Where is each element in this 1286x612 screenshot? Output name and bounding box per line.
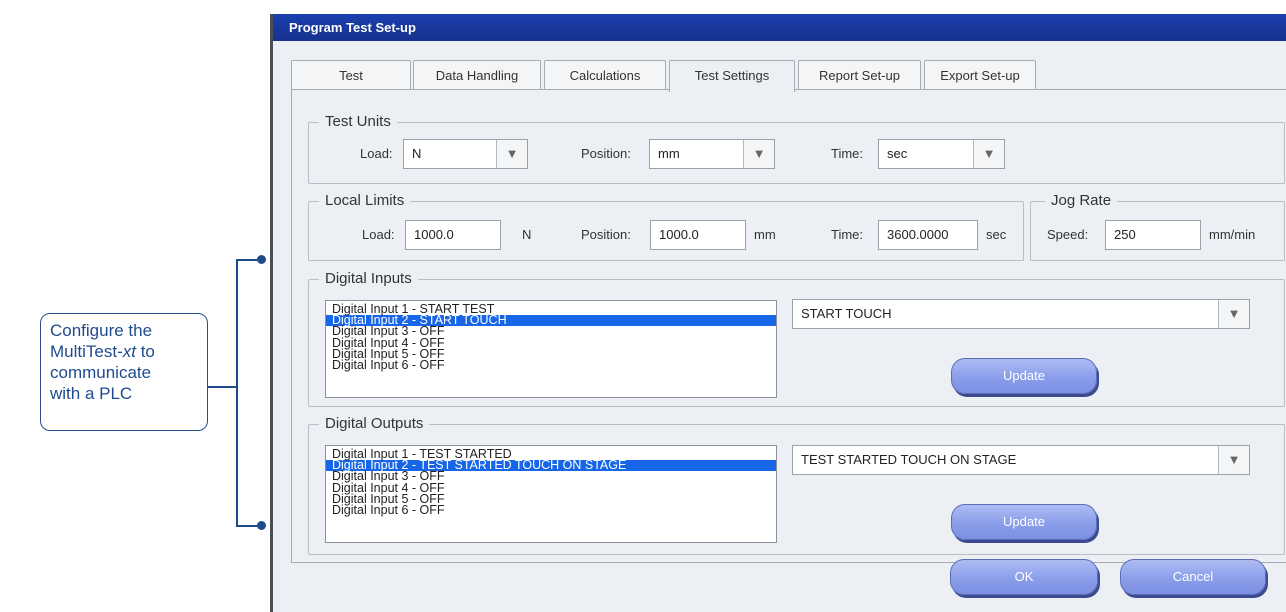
test-settings-panel: Test Units Load: N ▼ Position: mm ▼ Time… xyxy=(291,89,1286,563)
jog-speed-input[interactable]: 250 xyxy=(1105,220,1201,250)
chevron-down-icon: ▼ xyxy=(973,140,1004,168)
digital-inputs-group: Digital Inputs Digital Input 1 - START T… xyxy=(308,270,1285,407)
digital-input-function-dropdown[interactable]: START TOUCH ▼ xyxy=(792,299,1250,329)
annotation-line-4: with a PLC xyxy=(50,384,133,403)
chevron-down-icon: ▼ xyxy=(1218,446,1249,474)
annotation-line-2: MultiTest-xt to xyxy=(50,342,155,361)
digital-inputs-title: Digital Inputs xyxy=(319,270,418,288)
test-units-title: Test Units xyxy=(319,113,397,131)
bracket-top-dot xyxy=(257,255,266,264)
tab-calculations[interactable]: Calculations xyxy=(544,60,666,90)
tab-data-handling[interactable]: Data Handling xyxy=(413,60,541,90)
jog-rate-title: Jog Rate xyxy=(1045,192,1118,210)
tab-report-setup[interactable]: Report Set-up xyxy=(798,60,921,90)
digital-outputs-list[interactable]: Digital Input 1 - TEST STARTED Digital I… xyxy=(325,445,777,543)
tab-export-setup[interactable]: Export Set-up xyxy=(924,60,1036,90)
program-test-setup-window: Program Test Set-up Test Data Handling C… xyxy=(270,14,1286,612)
position-limit-input[interactable]: 1000.0 xyxy=(650,220,746,250)
bracket-vertical xyxy=(236,259,238,527)
digital-outputs-title: Digital Outputs xyxy=(319,415,430,433)
digital-inputs-update-button[interactable]: Update xyxy=(951,358,1097,394)
annotation-callout: Configure the MultiTest-xt to communicat… xyxy=(40,313,208,431)
list-item[interactable]: Digital Input 6 - OFF xyxy=(326,504,776,517)
jog-rate-group: Jog Rate Speed: 250 mm/min xyxy=(1030,192,1285,261)
digital-output-function-dropdown[interactable]: TEST STARTED TOUCH ON STAGE ▼ xyxy=(792,445,1250,475)
annotation-line-1: Configure the xyxy=(50,321,153,340)
cancel-button[interactable]: Cancel xyxy=(1120,559,1266,595)
digital-outputs-update-button[interactable]: Update xyxy=(951,504,1097,540)
limits-position-label: Position: xyxy=(581,227,631,242)
local-limits-group: Local Limits Load: 1000.0 N Position: 10… xyxy=(308,192,1024,261)
local-limits-title: Local Limits xyxy=(319,192,411,210)
load-limit-input[interactable]: 1000.0 xyxy=(405,220,501,250)
time-limit-input[interactable]: 3600.0000 xyxy=(878,220,978,250)
position-limit-unit: mm xyxy=(754,227,776,242)
digital-outputs-group: Digital Outputs Digital Input 1 - TEST S… xyxy=(308,415,1285,555)
bracket-connector xyxy=(208,386,236,388)
tab-test-settings[interactable]: Test Settings xyxy=(669,60,795,92)
units-load-label: Load: xyxy=(360,146,393,161)
jog-speed-unit: mm/min xyxy=(1209,227,1256,242)
limits-time-label: Time: xyxy=(831,227,864,242)
bracket-bottom-dot xyxy=(257,521,266,530)
time-unit-dropdown[interactable]: sec ▼ xyxy=(878,139,1005,169)
annotation-line-3: communicate xyxy=(50,363,152,382)
load-limit-unit: N xyxy=(522,227,532,242)
load-unit-dropdown[interactable]: N ▼ xyxy=(403,139,528,169)
test-units-group: Test Units Load: N ▼ Position: mm ▼ Time… xyxy=(308,113,1285,184)
chevron-down-icon: ▼ xyxy=(496,140,527,168)
digital-inputs-list[interactable]: Digital Input 1 - START TEST Digital Inp… xyxy=(325,300,777,398)
time-limit-unit: sec xyxy=(986,227,1007,242)
position-unit-dropdown[interactable]: mm ▼ xyxy=(649,139,775,169)
units-position-label: Position: xyxy=(581,146,631,161)
window-title: Program Test Set-up xyxy=(273,14,1286,41)
units-time-label: Time: xyxy=(831,146,864,161)
chevron-down-icon: ▼ xyxy=(743,140,774,168)
chevron-down-icon: ▼ xyxy=(1218,300,1249,328)
list-item[interactable]: Digital Input 6 - OFF xyxy=(326,359,776,372)
limits-load-label: Load: xyxy=(362,227,395,242)
tab-test[interactable]: Test xyxy=(291,60,411,90)
jog-speed-label: Speed: xyxy=(1047,227,1089,242)
ok-button[interactable]: OK xyxy=(950,559,1098,595)
